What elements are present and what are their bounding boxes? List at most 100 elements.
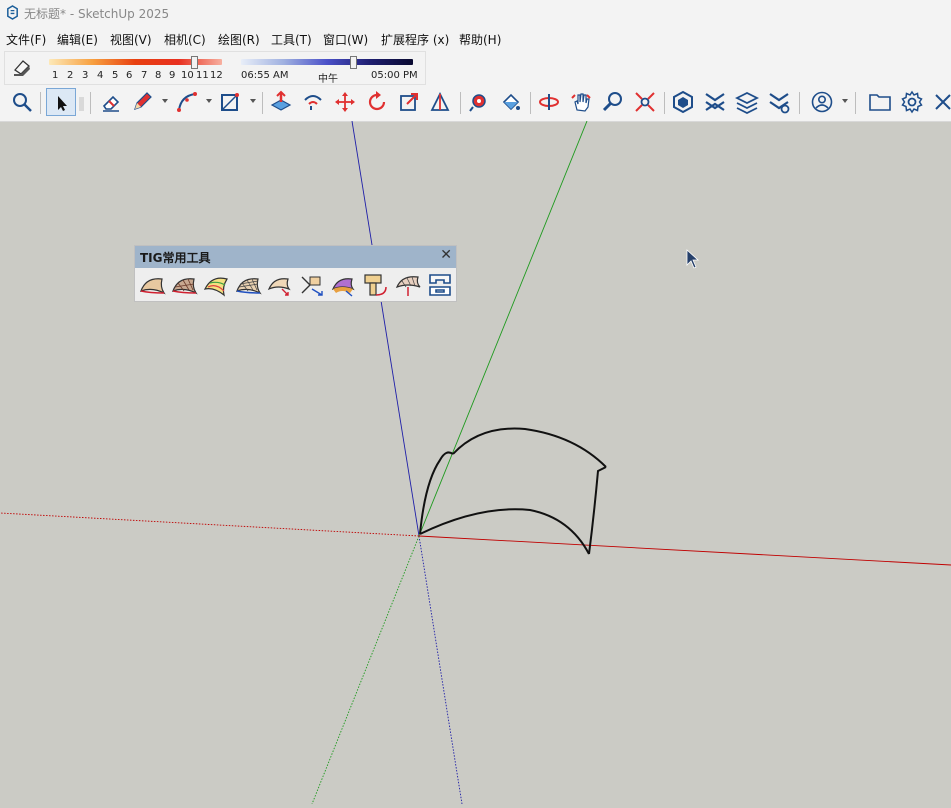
close-toolbar-button[interactable]: [929, 88, 951, 116]
move-button[interactable]: [331, 88, 359, 116]
tig-tool-surface-1[interactable]: [138, 271, 166, 299]
main-toolbar: [0, 85, 951, 122]
toolbar-separator: [855, 92, 856, 114]
line-tool-button[interactable]: [128, 88, 156, 116]
layout-button[interactable]: [733, 88, 761, 116]
shadow-panel: 1 2 3 4 5 6 7 8 9 10 11 12 06:55 AM 中午 0…: [4, 51, 426, 85]
tig-panel-header[interactable]: TIG常用工具 ✕: [135, 246, 456, 268]
toolbar-separator: [799, 92, 800, 114]
rectangle-tool-button[interactable]: [216, 88, 244, 116]
account-dropdown[interactable]: [842, 99, 848, 103]
orbit-icon: [539, 94, 559, 110]
menu-file[interactable]: 文件(F): [6, 31, 46, 48]
month-label: 2: [67, 70, 74, 81]
time-slider-thumb[interactable]: [350, 56, 357, 69]
arc-icon: [177, 92, 197, 112]
extension-manager-icon: [769, 93, 790, 114]
modeling-viewport[interactable]: [0, 120, 951, 805]
tape-measure-icon: [469, 94, 486, 112]
offset-button[interactable]: [299, 88, 327, 116]
time-slider[interactable]: [241, 59, 413, 65]
tig-panel-title: TIG常用工具: [140, 251, 211, 265]
select-dropdown[interactable]: [79, 97, 84, 111]
pencil-icon: [134, 92, 152, 110]
surface-mesh-drop-icon: [395, 276, 421, 296]
menu-view[interactable]: 视图(V): [110, 31, 152, 48]
menu-tools[interactable]: 工具(T): [271, 31, 312, 48]
menu-help[interactable]: 帮助(H): [459, 31, 501, 48]
colored-surface-icon: [331, 278, 355, 297]
arc-tool-dropdown[interactable]: [206, 99, 212, 103]
tig-tool-surface-3[interactable]: [202, 271, 230, 299]
tig-tool-surface-6[interactable]: [298, 271, 326, 299]
extension-warehouse-icon: [705, 93, 725, 111]
line-tool-dropdown[interactable]: [162, 99, 168, 103]
shadow-toggle-icon[interactable]: [11, 57, 33, 77]
push-pull-icon: [270, 90, 292, 111]
gear-icon: [901, 90, 923, 114]
tig-tools-panel: TIG常用工具 ✕: [134, 245, 457, 302]
month-label: 1: [52, 70, 59, 81]
scale-button[interactable]: [395, 88, 423, 116]
tig-tool-surface-5[interactable]: [266, 271, 294, 299]
open-file-button[interactable]: [866, 88, 894, 116]
toolbar-separator: [460, 92, 461, 114]
arrow-cursor-icon: [58, 96, 67, 111]
folder-icon: [869, 94, 891, 111]
extension-warehouse-button[interactable]: [701, 88, 729, 116]
move-icon: [335, 92, 355, 112]
orbit-button[interactable]: [535, 88, 563, 116]
paint-bucket-icon: [502, 93, 520, 111]
tig-tool-surface-7[interactable]: [330, 271, 358, 299]
rectangle-tool-dropdown[interactable]: [250, 99, 256, 103]
month-label: 11: [196, 70, 209, 81]
tape-measure-button[interactable]: [465, 88, 493, 116]
rotate-button[interactable]: [363, 88, 391, 116]
month-label: 8: [155, 70, 162, 81]
surface-edge: [419, 508, 590, 555]
menu-draw[interactable]: 绘图(R): [218, 31, 260, 48]
tig-tool-surface-4[interactable]: [234, 271, 262, 299]
push-pull-button[interactable]: [267, 88, 295, 116]
month-label: 12: [210, 70, 223, 81]
month-slider-thumb[interactable]: [191, 56, 198, 69]
grid-surface-icon: [236, 278, 262, 295]
select-button[interactable]: [46, 88, 76, 116]
arc-tool-button[interactable]: [173, 88, 201, 116]
surface-patch-icon: [140, 278, 166, 295]
paint-bucket-button[interactable]: [497, 88, 525, 116]
tig-tool-surface-8[interactable]: [394, 271, 422, 299]
extension-manager-button[interactable]: [765, 88, 793, 116]
rotate-icon: [368, 91, 386, 111]
eraser-button[interactable]: [97, 88, 125, 116]
tig-tool-surface-2[interactable]: [170, 271, 198, 299]
zoom-extents-view-button[interactable]: [631, 88, 659, 116]
pipe-icon: [364, 274, 387, 296]
zoom-icon: [602, 92, 622, 112]
tig-tool-frame[interactable]: [426, 271, 454, 299]
zoom-button[interactable]: [599, 88, 627, 116]
rectangle-icon: [221, 93, 239, 111]
tig-close-button[interactable]: ✕: [440, 247, 452, 263]
zoom-extents-button[interactable]: [8, 88, 36, 116]
warehouse-button[interactable]: [669, 88, 697, 116]
blue-axis-negative: [418, 535, 463, 805]
follow-me-button[interactable]: [426, 88, 454, 116]
menu-camera[interactable]: 相机(C): [164, 31, 206, 48]
menu-bar: 文件(F) 编辑(E) 视图(V) 相机(C) 绘图(R) 工具(T) 窗口(W…: [0, 27, 951, 49]
toolbar-separator: [530, 92, 531, 114]
menu-extensions[interactable]: 扩展程序 (x): [381, 31, 449, 48]
pan-button[interactable]: [567, 88, 595, 116]
surface-edge: [452, 427, 607, 468]
preferences-button[interactable]: [898, 88, 926, 116]
menu-window[interactable]: 窗口(W): [323, 31, 368, 48]
month-label: 6: [126, 70, 133, 81]
red-axis-negative: [0, 512, 420, 537]
toolbar-separator: [664, 92, 665, 114]
magnifier-icon: [13, 93, 32, 112]
red-axis-positive: [418, 535, 951, 566]
time-noon-label: 中午: [318, 74, 338, 85]
account-button[interactable]: [808, 88, 836, 116]
menu-edit[interactable]: 编辑(E): [57, 31, 98, 48]
tig-tool-pipe[interactable]: [362, 271, 390, 299]
